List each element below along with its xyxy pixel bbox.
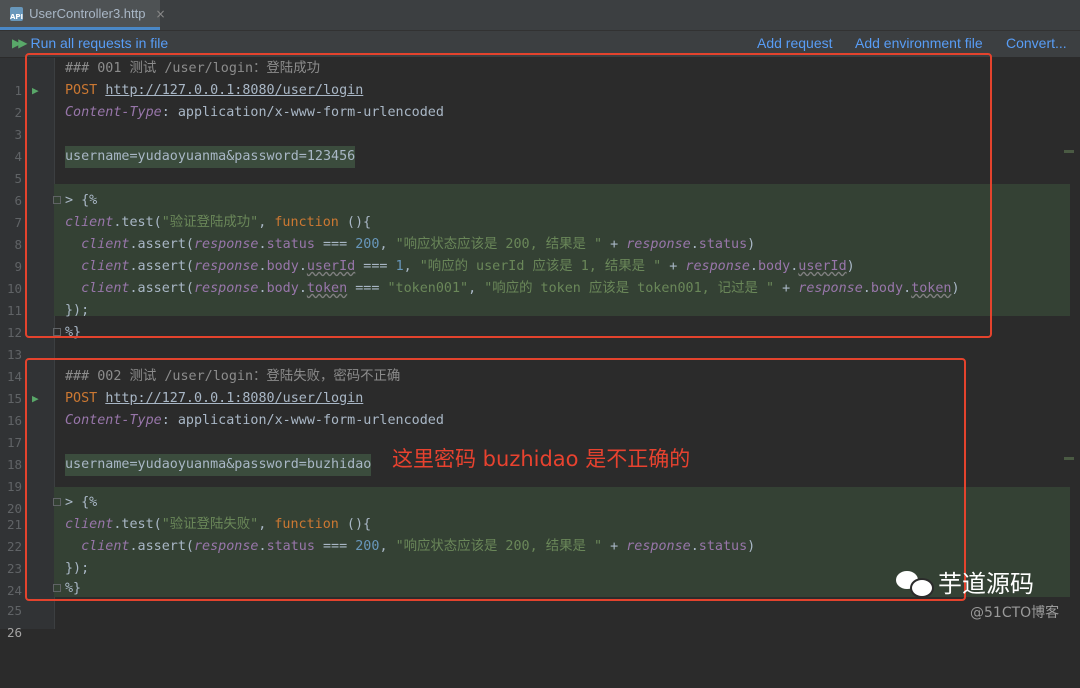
watermark: 芋道源码 (896, 564, 1034, 599)
scrollbar-marker (1064, 457, 1074, 460)
scrollbar-marker (1064, 150, 1074, 153)
watermark-brand: 芋道源码 (938, 570, 1034, 598)
editor-tab-bar: API UserController3.http × (0, 0, 1080, 31)
highlight-box-request-2 (25, 358, 966, 601)
convert-link[interactable]: Convert... (1006, 35, 1067, 51)
close-icon[interactable]: × (155, 7, 165, 21)
tab-label: UserController3.http (29, 6, 146, 21)
wechat-icon (896, 567, 934, 598)
tab-usercontroller3-http[interactable]: API UserController3.http × (0, 0, 166, 30)
highlight-box-request-1 (25, 53, 992, 338)
line-number: 26 (6, 625, 22, 640)
watermark-site: @51CTO博客 (970, 605, 1060, 621)
run-all-requests-button[interactable]: ▶▶ Run all requests in file (12, 35, 168, 51)
run-all-icon: ▶▶ (12, 36, 28, 50)
annotation-text: 这里密码 buzhidao 是不正确的 (392, 447, 691, 471)
add-environment-file-link[interactable]: Add environment file (855, 35, 983, 51)
add-request-link[interactable]: Add request (757, 35, 833, 51)
run-all-label: Run all requests in file (30, 35, 169, 51)
code-line: 26 (0, 600, 1080, 640)
http-file-icon: API (10, 6, 24, 21)
